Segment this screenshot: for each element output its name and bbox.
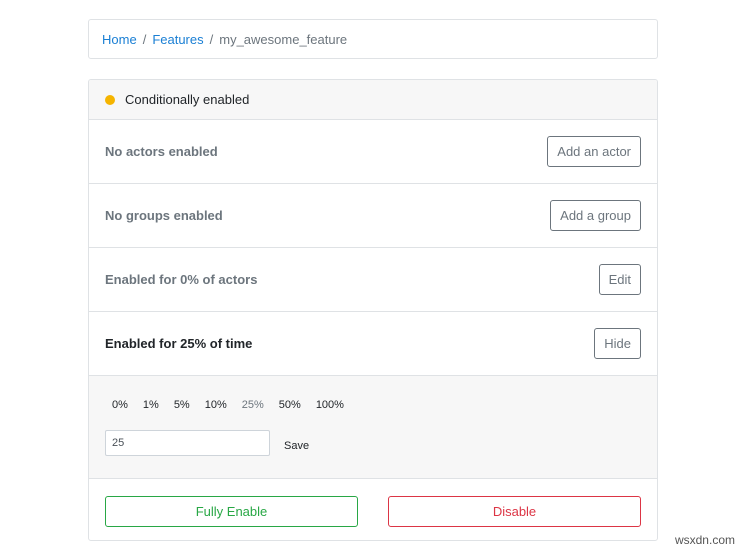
percent-option-button[interactable]: 100% bbox=[316, 392, 351, 417]
percent-time-panel: 0% 1% 5% 10% 25% 50% 100% Save bbox=[89, 376, 657, 479]
percent-form: Save bbox=[105, 430, 641, 456]
percent-option-button[interactable]: 5% bbox=[174, 392, 197, 417]
breadcrumb-separator: / bbox=[209, 31, 214, 47]
save-button[interactable]: Save bbox=[278, 436, 315, 456]
breadcrumb-separator: / bbox=[142, 31, 147, 47]
actors-gate-label: No actors enabled bbox=[105, 144, 218, 159]
feature-status-header: Conditionally enabled bbox=[89, 80, 657, 120]
watermark: wsxdn.com bbox=[674, 533, 735, 547]
percent-options: 0% 1% 5% 10% 25% 50% 100% bbox=[105, 392, 641, 417]
feature-card: Conditionally enabled No actors enabled … bbox=[88, 79, 658, 541]
actors-gate-row: No actors enabled Add an actor bbox=[89, 120, 657, 184]
add-actor-button[interactable]: Add an actor bbox=[547, 136, 641, 167]
groups-gate-row: No groups enabled Add a group bbox=[89, 184, 657, 248]
percent-option-button[interactable]: 10% bbox=[205, 392, 234, 417]
edit-percent-actors-button[interactable]: Edit bbox=[598, 264, 641, 295]
groups-gate-label: No groups enabled bbox=[105, 208, 223, 223]
percent-option-button[interactable]: 1% bbox=[143, 392, 166, 417]
breadcrumb-features-link[interactable]: Features bbox=[152, 32, 203, 47]
feature-actions: Fully Enable Disable bbox=[89, 479, 657, 540]
percent-time-gate-label: Enabled for 25% of time bbox=[105, 336, 253, 351]
fully-enable-button[interactable]: Fully Enable bbox=[105, 495, 358, 527]
percent-option-button[interactable]: 0% bbox=[105, 392, 135, 417]
feature-status-text: Conditionally enabled bbox=[125, 92, 250, 107]
percent-option-button[interactable]: 50% bbox=[279, 392, 308, 417]
breadcrumb-current-feature: my_awesome_feature bbox=[219, 31, 348, 47]
percent-time-gate-row: Enabled for 25% of time Hide bbox=[89, 312, 657, 376]
percent-option-button[interactable]: 25% bbox=[242, 392, 271, 417]
breadcrumb: Home / Features / my_awesome_feature bbox=[88, 19, 658, 59]
percent-actors-gate-label: Enabled for 0% of actors bbox=[105, 272, 258, 287]
percent-actors-gate-row: Enabled for 0% of actors Edit bbox=[89, 248, 657, 312]
disable-button[interactable]: Disable bbox=[388, 495, 641, 527]
breadcrumb-home-link[interactable]: Home bbox=[102, 32, 137, 47]
add-group-button[interactable]: Add a group bbox=[550, 200, 641, 231]
hide-percent-time-button[interactable]: Hide bbox=[594, 328, 641, 359]
percent-input[interactable] bbox=[105, 430, 270, 456]
status-dot-icon bbox=[105, 94, 115, 105]
